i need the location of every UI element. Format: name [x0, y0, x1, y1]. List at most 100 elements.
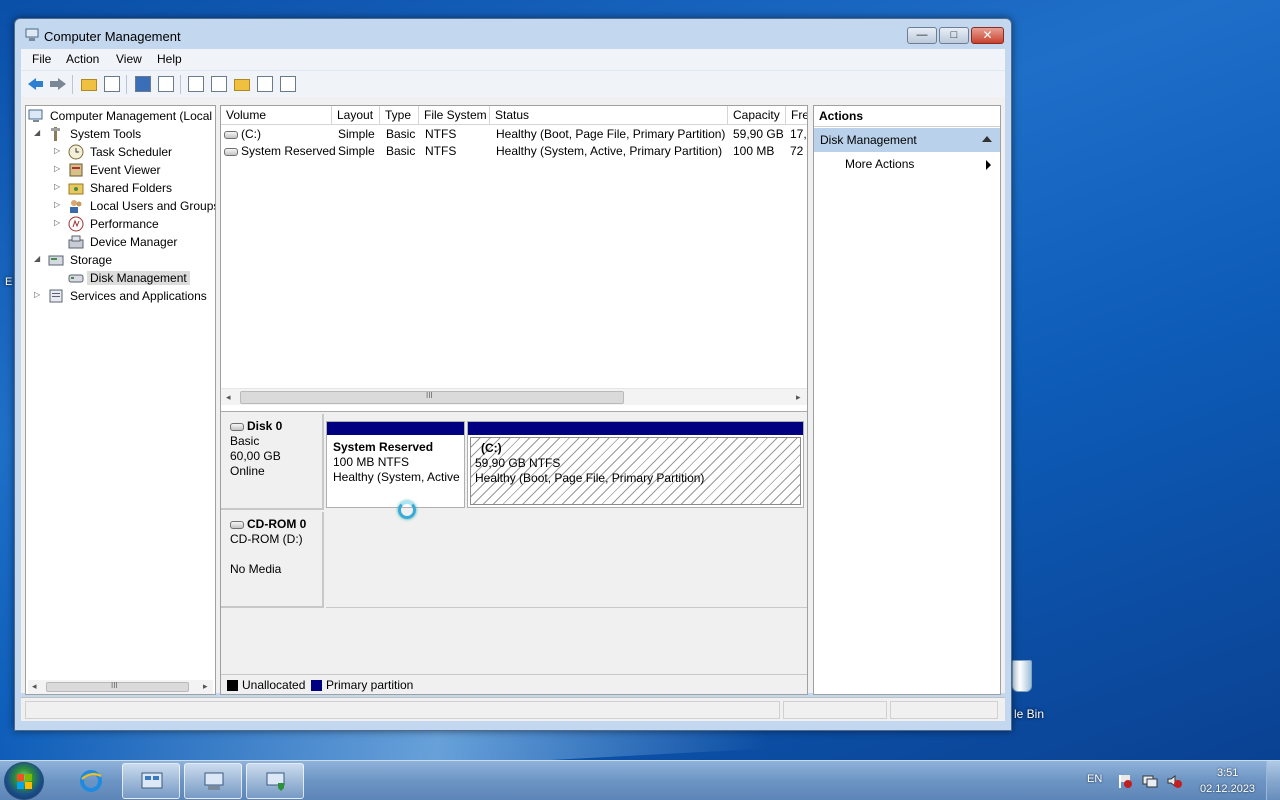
column-capacity[interactable]: Capacity [728, 106, 786, 124]
expand-arrow-icon[interactable]: ▷ [54, 165, 62, 173]
taskbar-server-manager[interactable] [122, 763, 180, 799]
start-button[interactable] [4, 762, 44, 800]
partition-c-drive[interactable]: (C:) 59,90 GB NTFS Healthy (Boot, Page F… [467, 421, 804, 508]
back-button[interactable] [26, 75, 44, 93]
disk-management-icon [68, 274, 84, 283]
network-icon[interactable] [1142, 773, 1158, 789]
open-button[interactable] [233, 75, 251, 93]
settings-button[interactable] [279, 75, 297, 93]
cdrom-0-label[interactable]: CD-ROM 0 CD-ROM (D:) No Media [221, 512, 324, 608]
menu-action[interactable]: Action [66, 52, 99, 66]
disk-graphical-view: Disk 0 Basic 60,00 GB Online System Rese… [221, 411, 807, 681]
forward-button[interactable] [49, 75, 67, 93]
volume-fs: NTFS [425, 127, 457, 141]
volume-list-horizontal-scrollbar[interactable]: ◂ III ▸ [221, 388, 807, 405]
tree-horizontal-scrollbar[interactable]: ◂ III ▸ [28, 680, 213, 694]
collapse-arrow-icon[interactable]: ◢ [34, 129, 42, 137]
show-hide-tree-button[interactable] [103, 75, 121, 93]
cdrom-icon [230, 520, 244, 529]
scroll-right-icon[interactable]: ▸ [203, 681, 208, 692]
refresh-button[interactable] [187, 75, 205, 93]
column-status[interactable]: Status [490, 106, 728, 124]
table-row[interactable]: System Reserved Simple Basic NTFS Health… [221, 142, 807, 160]
legend-swatch-primary [311, 680, 322, 691]
scroll-thumb[interactable]: III [46, 681, 189, 692]
help-button[interactable] [134, 75, 152, 93]
actions-section-disk-management[interactable]: Disk Management [814, 128, 1000, 152]
computer-icon [28, 109, 43, 122]
show-hide-action-pane-button[interactable] [157, 75, 175, 93]
menu-help[interactable]: Help [157, 52, 182, 66]
maximize-icon: □ [950, 29, 958, 41]
performance-icon [68, 216, 84, 232]
partition-system-reserved[interactable]: System Reserved 100 MB NTFS Healthy (Sys… [326, 421, 465, 508]
table-row[interactable]: (C:) Simple Basic NTFS Healthy (Boot, Pa… [221, 125, 807, 143]
collapse-up-icon[interactable] [982, 136, 992, 142]
volume-capacity: 59,90 GB [733, 127, 784, 141]
volume-muted-icon[interactable] [1166, 773, 1182, 789]
expand-arrow-icon[interactable]: ▷ [54, 147, 62, 155]
scroll-left-icon[interactable]: ◂ [32, 681, 37, 692]
legend-label: Unallocated [242, 678, 306, 692]
scroll-right-icon[interactable]: ▸ [796, 392, 801, 403]
collapse-arrow-icon[interactable]: ◢ [34, 255, 42, 263]
search-button[interactable] [256, 75, 274, 93]
partition-size: 100 MB NTFS [333, 455, 410, 469]
language-indicator[interactable]: EN [1087, 773, 1102, 785]
tree-label: Services and Applications [70, 289, 207, 303]
volume-layout: Simple [338, 144, 375, 158]
tree-label: Local Users and Groups [90, 199, 216, 213]
clock-time[interactable]: 3:51 [1217, 767, 1238, 779]
menu-view[interactable]: View [116, 52, 142, 66]
actions-pane: Actions Disk Management More Actions [813, 105, 1001, 695]
title-bar[interactable]: Computer Management — □ ✕ [15, 19, 1011, 49]
taskbar-remote-desktop[interactable] [246, 763, 304, 799]
busy-cursor-icon [398, 501, 416, 519]
taskbar-computer-management[interactable] [184, 763, 242, 799]
close-button[interactable]: ✕ [971, 27, 1004, 44]
volume-list-header: Volume Layout Type File System Status Ca… [221, 106, 807, 125]
partition-name: System Reserved [333, 440, 434, 454]
expand-arrow-icon[interactable]: ▷ [54, 201, 62, 209]
recycle-bin-label[interactable]: le Bin [1014, 707, 1044, 721]
clock-icon [68, 144, 84, 160]
maximize-button[interactable]: □ [939, 27, 969, 44]
forward-arrow-icon [58, 78, 66, 90]
clock-date[interactable]: 02.12.2023 [1200, 783, 1255, 795]
taskbar-internet-explorer[interactable] [62, 763, 120, 799]
expand-arrow-icon[interactable]: ▷ [34, 291, 42, 299]
scroll-thumb[interactable]: III [240, 391, 624, 404]
column-layout[interactable]: Layout [332, 106, 380, 124]
minimize-button[interactable]: — [907, 27, 937, 44]
partition-status: Healthy (Boot, Page File, Primary Partit… [475, 471, 705, 485]
disk-name: Disk 0 [247, 419, 283, 433]
services-icon [49, 289, 63, 303]
up-folder-button[interactable] [80, 75, 98, 93]
cdrom-empty-area[interactable] [326, 512, 807, 608]
properties-icon [211, 76, 227, 92]
internet-explorer-icon [80, 770, 102, 792]
column-volume[interactable]: Volume [221, 106, 332, 124]
legend-swatch-unallocated [227, 680, 238, 691]
more-actions-item[interactable]: More Actions [814, 155, 1000, 175]
column-free-space[interactable]: Fre [786, 106, 807, 124]
tree-label: Disk Management [87, 271, 190, 285]
partition-status: Healthy (System, Active [333, 470, 460, 484]
expand-arrow-icon[interactable]: ▷ [54, 183, 62, 191]
column-type[interactable]: Type [380, 106, 419, 124]
tree-label: Task Scheduler [90, 145, 173, 159]
taskbar: EN 3:51 02.12.2023 [0, 760, 1280, 800]
volume-free: 72 [790, 144, 804, 158]
menu-file[interactable]: File [32, 52, 51, 66]
column-file-system[interactable]: File System [419, 106, 490, 124]
show-desktop-button[interactable] [1266, 761, 1280, 800]
properties-button[interactable] [210, 75, 228, 93]
volume-name: (C:) [241, 127, 261, 141]
toolbar [21, 70, 1005, 97]
scroll-left-icon[interactable]: ◂ [226, 392, 231, 403]
users-icon [70, 200, 82, 213]
disk-0-label[interactable]: Disk 0 Basic 60,00 GB Online [221, 414, 324, 510]
volume-disk-icon [224, 147, 238, 156]
action-center-flag-icon[interactable] [1117, 773, 1133, 789]
expand-arrow-icon[interactable]: ▷ [54, 219, 62, 227]
